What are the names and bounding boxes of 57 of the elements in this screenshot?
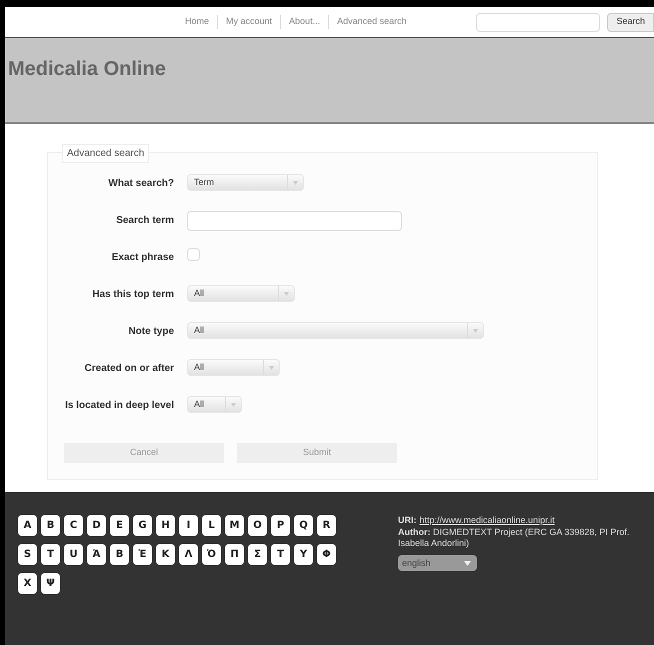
search-field[interactable] <box>476 12 600 32</box>
letter-button[interactable]: G <box>133 515 152 536</box>
letter-button[interactable]: Ψ <box>41 573 60 594</box>
author-text: Author: DIGMEDTEXT Project (ERC GA 339828, PI Prof. Isabella Andorlini) <box>398 527 630 549</box>
letter-button[interactable]: Π <box>225 544 244 565</box>
letter-button[interactable]: Κ <box>156 544 175 565</box>
nav-link[interactable]: About... <box>280 15 328 29</box>
letter-button[interactable]: Β <box>110 544 129 565</box>
letter-button[interactable]: M <box>225 515 244 536</box>
select-dropdown[interactable]: All <box>187 285 295 302</box>
field-label: Is located in deep level <box>64 399 174 413</box>
letter-button[interactable]: C <box>64 515 83 536</box>
select-dropdown[interactable]: All <box>187 322 484 339</box>
field-label: Has this top term <box>91 288 174 302</box>
uri-link[interactable]: http://www.medicaliaonline.unipr.it <box>420 515 555 526</box>
letter-button[interactable]: H <box>156 515 175 536</box>
nav-link[interactable]: Advanced search <box>328 15 415 29</box>
checkbox[interactable] <box>187 248 200 261</box>
letter-button[interactable]: Τ <box>271 544 290 565</box>
letter-button[interactable]: Ἀ <box>87 544 106 565</box>
field-label: Created on or after <box>84 362 174 376</box>
letter-button[interactable]: O <box>248 515 267 536</box>
letter-button[interactable]: L <box>202 515 221 536</box>
select-dropdown[interactable]: All <box>187 359 280 376</box>
letter-button[interactable]: Q <box>294 515 313 536</box>
letter-button[interactable]: A <box>18 515 37 536</box>
letter-button[interactable]: Χ <box>18 573 37 594</box>
letter-button[interactable]: E <box>110 515 129 536</box>
field-label: Exact phrase <box>110 251 174 265</box>
letter-button[interactable]: Ἐ <box>133 544 152 565</box>
field-label: Note type <box>127 325 174 339</box>
select-dropdown[interactable]: All <box>187 396 242 413</box>
letter-button[interactable]: Φ <box>317 544 336 565</box>
letter-button[interactable]: T <box>41 544 60 565</box>
letter-button[interactable]: B <box>41 515 60 536</box>
fieldset-legend: Advanced search <box>62 144 150 163</box>
input-field[interactable] <box>187 211 402 231</box>
search-button[interactable]: Search <box>607 12 654 32</box>
letter-button[interactable]: D <box>87 515 106 536</box>
letter-button[interactable]: U <box>64 544 83 565</box>
nav-link[interactable]: My account <box>217 15 280 29</box>
letter-button[interactable]: R <box>317 515 336 536</box>
field-label: What search? <box>107 177 174 191</box>
dropdown-arrow-icon <box>464 560 471 566</box>
site-title: Medicalia Online <box>8 57 166 82</box>
letter-button[interactable]: I <box>179 515 198 536</box>
nav-link[interactable]: Home <box>177 15 218 29</box>
language-select[interactable]: english <box>398 555 477 571</box>
letter-button[interactable]: Λ <box>179 544 198 565</box>
uri-label: URI: <box>398 515 416 526</box>
letter-button[interactable]: P <box>271 515 290 536</box>
letter-button[interactable]: Υ <box>294 544 313 565</box>
select-dropdown[interactable]: Term <box>187 174 304 191</box>
letter-button[interactable]: S <box>18 544 37 565</box>
letter-button[interactable]: Σ <box>248 544 267 565</box>
field-label: Search term <box>115 214 174 228</box>
letter-button[interactable]: Ὀ <box>202 544 221 565</box>
